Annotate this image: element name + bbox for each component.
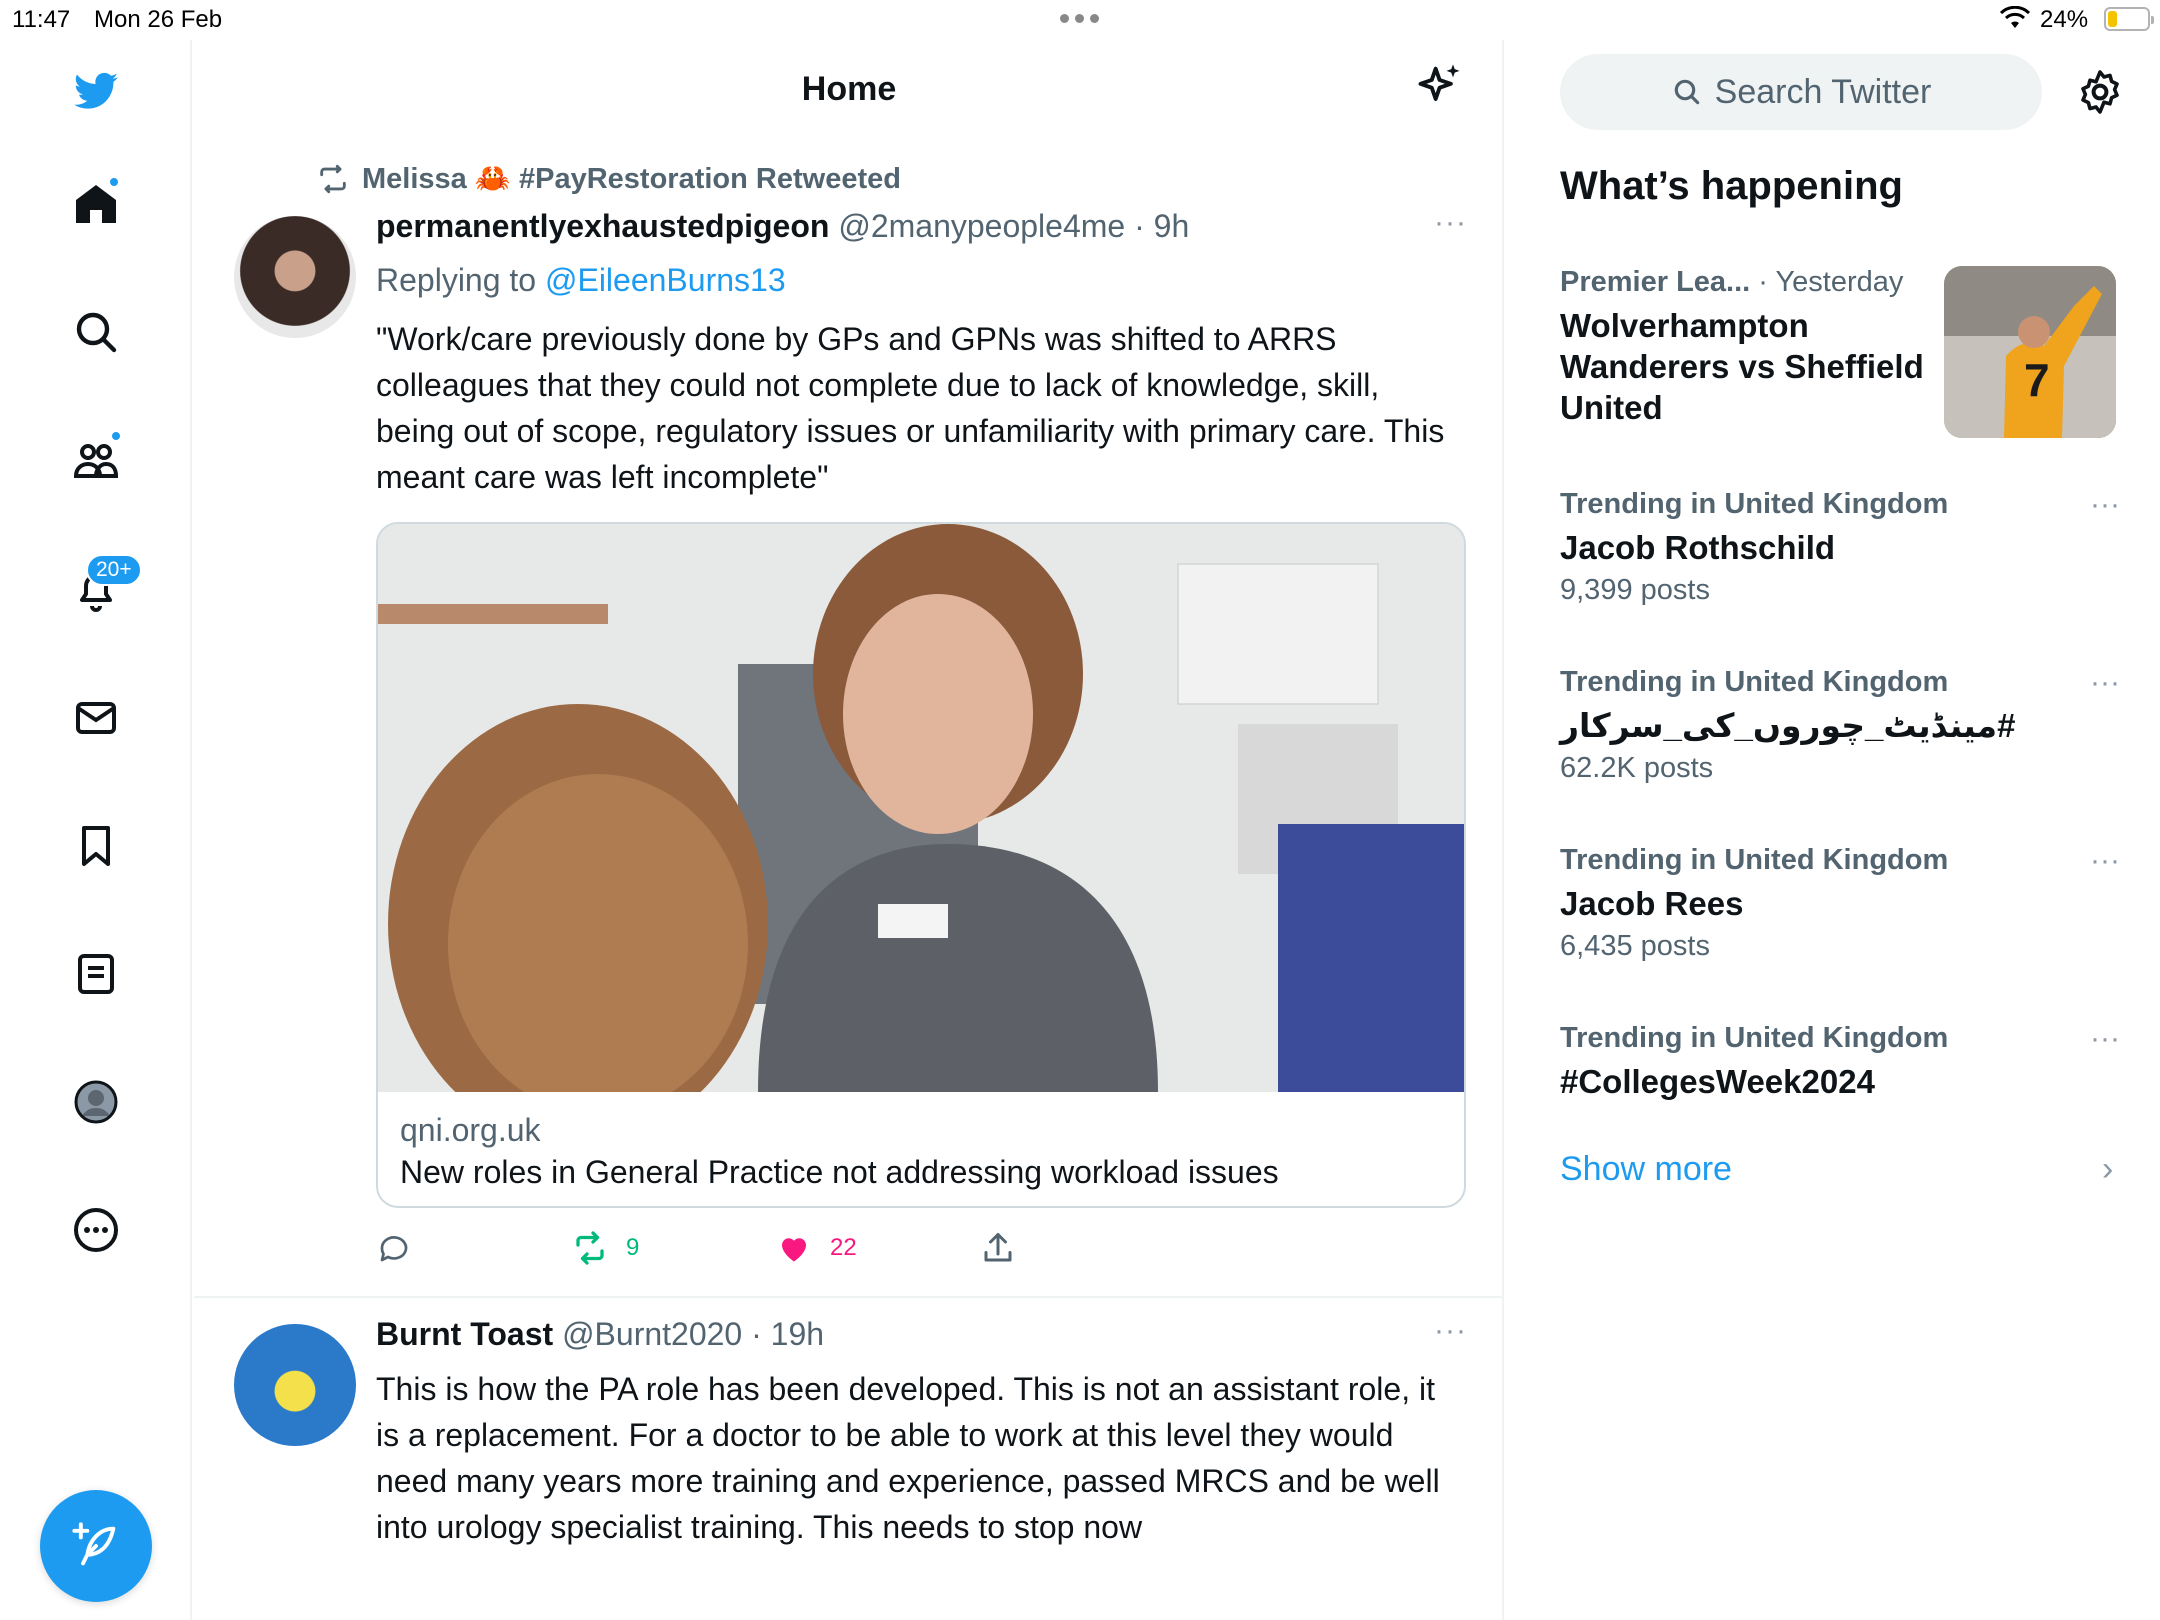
tweet-more-icon[interactable]: ···	[1434, 206, 1467, 240]
author-name[interactable]: Burnt Toast	[376, 1316, 553, 1352]
avatar[interactable]	[234, 1324, 356, 1446]
svg-text:7: 7	[2024, 354, 2050, 406]
trend-post-count: 62.2K posts	[1560, 752, 1714, 784]
chevron-right-icon[interactable]: ›	[2102, 1150, 2113, 1189]
replying-to-link[interactable]: @EileenBurns13	[545, 262, 786, 298]
compose-tweet-button[interactable]	[40, 1490, 152, 1602]
trend-item[interactable]: Trending in United Kingdom #مینڈیٹ_چوروں…	[1560, 666, 2120, 785]
tweet-time[interactable]: · 19h	[751, 1316, 824, 1352]
trend-post-count: 9,399 posts	[1560, 574, 1710, 606]
tweet-time[interactable]: · 9h	[1134, 208, 1189, 244]
search-field[interactable]: Search Twitter	[1560, 54, 2042, 130]
status-time: 11:47	[12, 6, 71, 33]
author-name[interactable]: permanentlyexhaustedpigeon	[376, 208, 829, 244]
search-icon[interactable]	[66, 302, 126, 362]
retweet-button[interactable]: 9	[572, 1230, 639, 1266]
retweet-icon	[576, 1231, 604, 1265]
avatar[interactable]	[234, 216, 356, 338]
trend-category: Premier Lea...	[1560, 266, 1751, 298]
communities-icon[interactable]	[66, 430, 126, 490]
trend-name: #مینڈیٹ_چوروں_کی_سرکار	[1560, 707, 2016, 744]
bookmarks-icon[interactable]	[66, 816, 126, 876]
communities-unread-dot	[110, 430, 122, 442]
trend-category: Trending in United Kingdom	[1560, 488, 1949, 520]
retweet-context: Melissa 🦀 #PayRestoration Retweeted	[314, 162, 901, 196]
trend-more-icon[interactable]: ···	[2090, 1022, 2120, 1056]
status-date: Mon 26 Feb	[94, 6, 223, 33]
trend-name: Jacob Rees	[1560, 885, 1744, 922]
trend-category: Trending in United Kingdom	[1560, 1022, 1949, 1054]
trend-item[interactable]: Trending in United Kingdom Jacob Rees 6,…	[1560, 844, 2120, 963]
settings-gear-icon[interactable]	[2076, 68, 2124, 116]
trend-name: Wolverhampton Wanderers vs Sheffield Uni…	[1560, 307, 1924, 426]
like-count: 22	[830, 1234, 857, 1261]
tweet-header: permanentlyexhaustedpigeon @2manypeople4…	[376, 208, 1189, 245]
like-button[interactable]: 22	[776, 1230, 857, 1266]
share-icon	[984, 1233, 1012, 1262]
lists-icon[interactable]	[66, 944, 126, 1004]
link-card[interactable]: qni.org.uk New roles in General Practice…	[376, 522, 1466, 1208]
notifications-badge: 20+	[86, 554, 142, 586]
trend-name: #CollegesWeek2024	[1560, 1063, 1875, 1100]
search-icon	[1674, 79, 1699, 105]
page-title: Home	[801, 70, 897, 108]
author-handle[interactable]: @2manypeople4me	[838, 208, 1125, 244]
trend-more-icon[interactable]: ···	[2090, 666, 2120, 700]
battery-level	[2108, 11, 2117, 27]
status-bar: 11:47 Mon 26 Feb 24%	[0, 0, 2160, 40]
tweet-more-icon[interactable]: ···	[1434, 1314, 1467, 1348]
show-more-link[interactable]: Show more	[1560, 1150, 1732, 1189]
trend-item[interactable]: Premier Lea... · Yesterday Wolverhampton…	[1560, 266, 1930, 428]
battery-percent: 24%	[2040, 6, 2089, 33]
right-sidebar: Search Twitter What’s happening Premier …	[1506, 40, 2160, 1620]
trend-category: Trending in United Kingdom	[1560, 844, 1949, 876]
link-card-title: New roles in General Practice not addres…	[400, 1154, 1279, 1190]
retweet-icon	[320, 164, 346, 194]
trend-more-icon[interactable]: ···	[2090, 844, 2120, 878]
tweet-header: Burnt Toast @Burnt2020 · 19h	[376, 1316, 824, 1353]
trend-more-icon[interactable]: ···	[2090, 488, 2120, 522]
tweet-divider	[194, 1296, 1502, 1298]
link-card-image	[378, 524, 1464, 1144]
wifi-icon	[1999, 5, 2031, 37]
link-card-domain: qni.org.uk	[400, 1112, 541, 1148]
search-placeholder: Search Twitter	[1714, 72, 1932, 111]
home-icon[interactable]	[66, 174, 126, 234]
trend-category: Trending in United Kingdom	[1560, 666, 1949, 698]
trend-post-count: 6,435 posts	[1560, 930, 1710, 962]
multitasking-dots-icon[interactable]	[1060, 6, 1099, 23]
trend-item[interactable]: Trending in United Kingdom #CollegesWeek…	[1560, 1022, 2120, 1102]
more-icon[interactable]	[66, 1200, 126, 1260]
trend-item[interactable]: Trending in United Kingdom Jacob Rothsch…	[1560, 488, 2120, 607]
retweet-count: 9	[626, 1234, 640, 1261]
tweet-actions: 9 22	[376, 1230, 1476, 1276]
twitter-logo-icon[interactable]	[66, 62, 126, 122]
left-navigation: 20+	[0, 40, 192, 1620]
retweeted-by-text[interactable]: Melissa 🦀 #PayRestoration Retweeted	[362, 162, 901, 196]
feather-plus-icon	[72, 1522, 116, 1566]
author-handle[interactable]: @Burnt2020	[562, 1316, 742, 1352]
heart-icon	[782, 1238, 806, 1262]
trend-thumbnail[interactable]: 7	[1944, 266, 2116, 438]
sparkle-icon[interactable]	[1414, 60, 1466, 112]
battery-icon	[2104, 7, 2154, 31]
tweet-text: "Work/care previously done by GPs and GP…	[376, 321, 1445, 495]
trend-time: · Yesterday	[1758, 266, 1904, 298]
home-timeline: Home Melissa 🦀 #PayRestoration Retweeted…	[194, 40, 1504, 1620]
reply-icon	[380, 1236, 408, 1262]
home-unread-dot	[108, 176, 120, 188]
trend-name: Jacob Rothschild	[1560, 529, 1836, 566]
whats-happening-heading: What’s happening	[1560, 164, 1903, 208]
messages-icon[interactable]	[66, 688, 126, 748]
tweet-text: This is how the PA role has been develop…	[376, 1371, 1440, 1545]
share-button[interactable]	[980, 1230, 1016, 1266]
replying-to-label: Replying to	[376, 262, 545, 298]
profile-icon[interactable]	[66, 1072, 126, 1132]
replying-to: Replying to @EileenBurns13	[376, 262, 786, 299]
reply-button[interactable]	[376, 1230, 430, 1266]
